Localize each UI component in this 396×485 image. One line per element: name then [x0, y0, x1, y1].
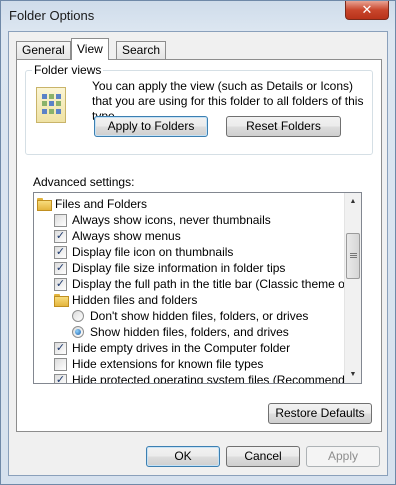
- option-label: Hidden files and folders: [72, 293, 198, 307]
- checkbox[interactable]: [54, 358, 67, 371]
- checkbox[interactable]: ✓: [54, 278, 67, 291]
- radio-button[interactable]: [72, 310, 84, 322]
- option-label: Hide protected operating system files (R…: [72, 373, 362, 384]
- view-tab-panel: Folder views You can apply the view (suc…: [16, 59, 382, 432]
- close-icon: ✕: [361, 2, 373, 17]
- checkbox[interactable]: ✓: [54, 262, 67, 275]
- option-label: Display the full path in the title bar (…: [72, 277, 362, 291]
- folder-views-group: Folder views You can apply the view (suc…: [25, 63, 373, 155]
- dialog-body: General View Search Folder views You can…: [8, 31, 388, 476]
- apply-to-folders-button[interactable]: Apply to Folders: [94, 116, 208, 137]
- advanced-settings-scrollbar[interactable]: ▲ ▼: [344, 193, 361, 383]
- folder-options-window: Folder Options ✕ General View Search Fol…: [0, 0, 396, 485]
- option-label: Don't show hidden files, folders, or dri…: [90, 309, 309, 323]
- option-label: Display file icon on thumbnails: [72, 245, 234, 259]
- advanced-settings-label: Advanced settings:: [33, 175, 135, 189]
- checkbox[interactable]: ✓: [54, 230, 67, 243]
- checkbox[interactable]: [54, 214, 67, 227]
- restore-defaults-button[interactable]: Restore Defaults: [268, 403, 372, 424]
- folder-icon: [54, 294, 69, 307]
- option-label: Always show menus: [72, 229, 181, 243]
- option-label: Always show icons, never thumbnails: [72, 213, 271, 227]
- apply-button[interactable]: Apply: [306, 446, 380, 467]
- tab-search[interactable]: Search: [116, 41, 167, 60]
- scroll-down-icon[interactable]: ▼: [345, 366, 361, 383]
- title-bar[interactable]: Folder Options ✕: [1, 1, 395, 31]
- advanced-settings-list[interactable]: Files and Folders Always show icons, neve…: [33, 192, 362, 384]
- checkbox[interactable]: ✓: [54, 342, 67, 355]
- checkbox[interactable]: ✓: [54, 374, 67, 383]
- folder-icon: [37, 198, 52, 211]
- tab-general[interactable]: General: [16, 41, 71, 60]
- option-label: Hide extensions for known file types: [72, 357, 264, 371]
- close-button[interactable]: ✕: [345, 1, 389, 20]
- scroll-up-icon[interactable]: ▲: [345, 193, 361, 210]
- folder-views-legend: Folder views: [32, 63, 104, 77]
- option-label: Hide empty drives in the Computer folder: [72, 341, 291, 355]
- tab-view[interactable]: View: [71, 38, 109, 60]
- scrollbar-thumb[interactable]: [346, 233, 360, 279]
- folder-views-icon: [36, 87, 66, 123]
- radio-button[interactable]: [72, 326, 84, 338]
- reset-folders-button[interactable]: Reset Folders: [226, 116, 341, 137]
- option-label: Display file size information in folder …: [72, 261, 286, 275]
- checkbox[interactable]: ✓: [54, 246, 67, 259]
- option-label: Show hidden files, folders, and drives: [90, 325, 289, 339]
- option-label: Files and Folders: [55, 197, 148, 211]
- window-title: Folder Options: [9, 8, 95, 23]
- ok-button[interactable]: OK: [146, 446, 220, 467]
- cancel-button[interactable]: Cancel: [226, 446, 300, 467]
